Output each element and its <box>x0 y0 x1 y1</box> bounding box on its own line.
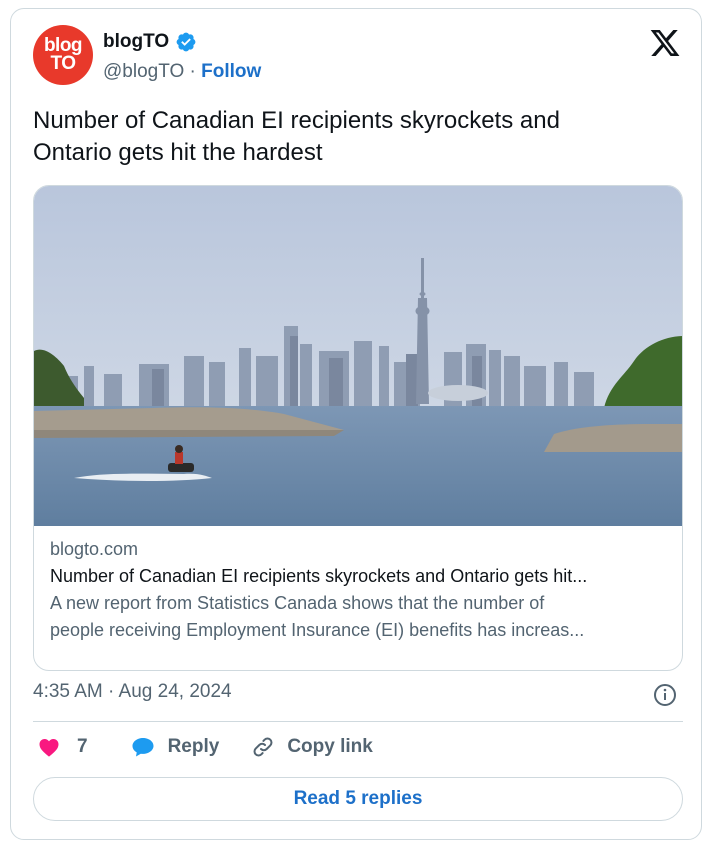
link-description-line-2: people receiving Employment Insurance (E… <box>50 620 585 640</box>
reply-button[interactable]: Reply <box>130 735 220 759</box>
tweet-embed-card: blog TO blogTO @blogTO · Follow Number o… <box>10 8 702 840</box>
verified-badge-icon <box>176 32 196 52</box>
handle-separator: · <box>189 61 196 82</box>
author-handle-row: @blogTO · Follow <box>103 61 261 83</box>
action-bar: 7 Reply Copy link <box>33 735 373 759</box>
avatar-text-bottom: TO <box>50 53 76 74</box>
like-button[interactable]: 7 <box>37 735 88 759</box>
reply-label: Reply <box>167 736 220 757</box>
link-preview-card[interactable]: blogto.com Number of Canadian EI recipie… <box>33 185 683 671</box>
follow-button[interactable]: Follow <box>201 61 261 82</box>
link-title[interactable]: Number of Canadian EI recipients skyrock… <box>50 562 666 590</box>
x-logo-icon[interactable] <box>649 27 681 59</box>
tweet-timestamp[interactable]: 4:35 AM · Aug 24, 2024 <box>33 681 232 703</box>
link-description-line-1: A new report from Statistics Canada show… <box>50 593 545 613</box>
read-replies-button[interactable]: Read 5 replies <box>33 777 683 821</box>
copy-link-label: Copy link <box>287 736 373 757</box>
like-count: 7 <box>77 736 88 757</box>
reply-bubble-icon <box>132 738 154 757</box>
link-description: A new report from Statistics Canada show… <box>50 590 666 644</box>
skyline-illustration <box>34 186 682 526</box>
avatar[interactable]: blog TO <box>33 25 93 85</box>
tweet-text-line-2: Ontario gets hit the hardest <box>33 139 323 166</box>
copy-link-button[interactable]: Copy link <box>251 735 373 759</box>
tweet-text: Number of Canadian EI recipients skyrock… <box>33 105 673 169</box>
link-icon <box>253 737 273 757</box>
heart-icon <box>39 739 59 757</box>
divider <box>33 721 683 722</box>
info-icon[interactable] <box>653 683 677 707</box>
toronto-skyline-photo[interactable] <box>34 186 682 526</box>
author-block: blogTO @blogTO · Follow <box>103 31 261 83</box>
author-name-row: blogTO <box>103 31 261 53</box>
tweet-text-line-1: Number of Canadian EI recipients skyrock… <box>33 107 560 134</box>
author-handle[interactable]: @blogTO <box>103 61 184 82</box>
link-domain: blogto.com <box>50 539 139 559</box>
link-meta: blogto.com Number of Canadian EI recipie… <box>34 526 682 644</box>
author-name[interactable]: blogTO <box>103 31 169 53</box>
